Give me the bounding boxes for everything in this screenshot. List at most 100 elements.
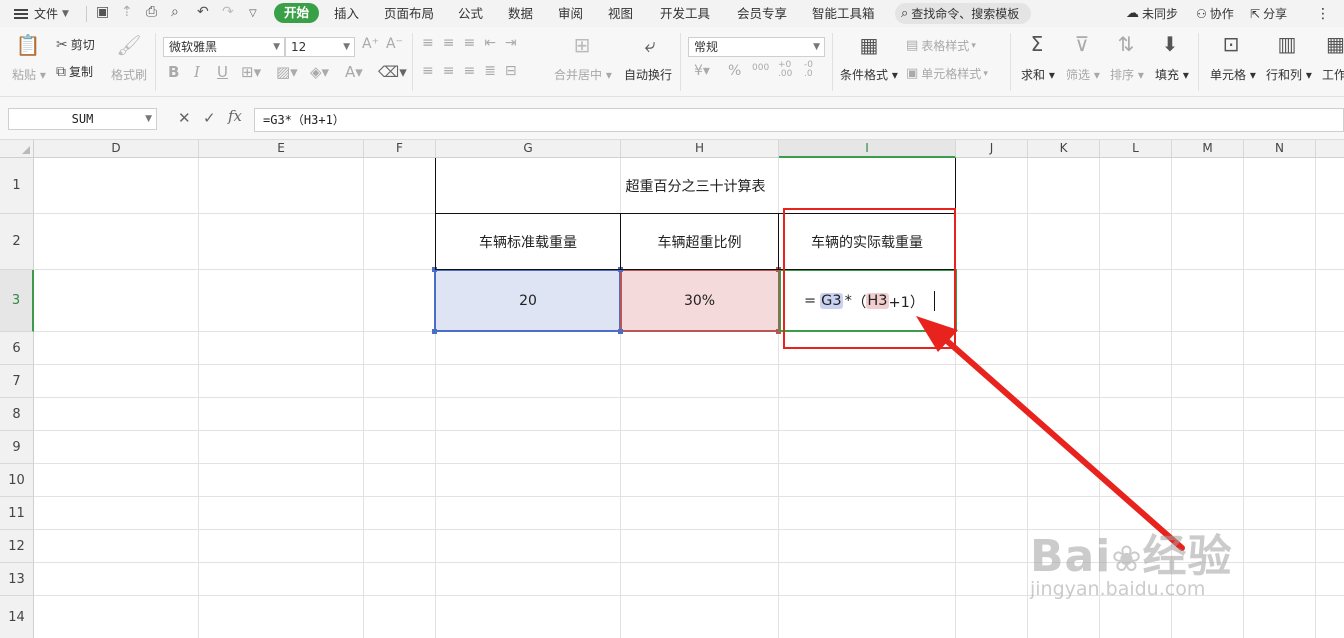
column-header-f[interactable]: F [364, 140, 436, 158]
sort-button[interactable]: 排序 ▾ [1110, 66, 1144, 83]
horizontal-align-icons[interactable]: ≡≡≡≣⊟ [422, 63, 526, 79]
column-header-o[interactable] [1316, 140, 1344, 158]
row-header-8[interactable]: 8 [0, 398, 34, 431]
merge-cells-icon[interactable]: ⊞ [568, 33, 596, 57]
customize-toolbar-icon[interactable]: ▽ [249, 8, 257, 19]
select-all-corner[interactable] [0, 140, 34, 158]
collab-button[interactable]: ⚇ 协作 [1196, 0, 1234, 27]
tab-home[interactable]: 开始 [274, 3, 320, 23]
decrease-decimal-icon[interactable]: -0.0 [804, 61, 813, 79]
number-format-select[interactable]: 常规 ▼ [688, 37, 825, 57]
header-overload-ratio[interactable]: 车辆超重比例 [621, 214, 778, 269]
row-header-11[interactable]: 11 [0, 497, 34, 530]
tab-view[interactable]: 视图 [608, 0, 633, 27]
row-header-12[interactable]: 12 [0, 530, 34, 563]
copy-button[interactable]: ⧉ 复制 [56, 63, 93, 80]
column-header-m[interactable]: M [1172, 140, 1244, 158]
merge-center-button[interactable]: 合并居中 ▾ [554, 66, 612, 83]
table-style-button[interactable]: ▤ 表格样式 ▾ [906, 37, 976, 54]
italic-icon[interactable]: I [194, 63, 200, 81]
font-color-icon[interactable]: A▾ [345, 63, 363, 81]
conditional-format-icon[interactable]: ▦ [855, 33, 883, 57]
row-header-9[interactable]: 9 [0, 431, 34, 464]
row-header-7[interactable]: 7 [0, 365, 34, 398]
insert-function-icon[interactable]: fx [228, 107, 242, 125]
print-preview-icon[interactable]: ⌕ [171, 4, 179, 20]
column-header-k[interactable]: K [1028, 140, 1100, 158]
font-name-select[interactable]: 微软雅黑 ▼ [163, 37, 285, 57]
decrease-font-icon[interactable]: A⁻ [386, 36, 403, 52]
fill-color-icon[interactable]: ◈▾ [310, 63, 329, 81]
clear-format-icon[interactable]: ⌫▾ [378, 63, 407, 81]
formula-input[interactable]: =G3*（H3+1） [254, 108, 1344, 132]
file-menu[interactable]: 文件 ▼ [14, 0, 69, 27]
share-button[interactable]: ⇱ 分享 [1250, 0, 1287, 27]
bold-icon[interactable]: B [168, 63, 179, 81]
sort-icon[interactable]: ⇅ [1113, 32, 1139, 56]
tab-smart-toolbox[interactable]: 智能工具箱 [812, 0, 875, 27]
row-col-button[interactable]: 行和列 ▾ [1266, 66, 1312, 83]
cancel-icon[interactable]: ✕ [178, 109, 191, 127]
conditional-format-button[interactable]: 条件格式 ▾ [840, 66, 898, 83]
redo-icon[interactable]: ↷ [222, 4, 234, 20]
row-header-1[interactable]: 1 [0, 158, 34, 214]
format-painter-icon[interactable]: 🖌 [116, 33, 142, 57]
fill-style-icon[interactable]: ▨▾ [276, 63, 298, 81]
tab-formulas[interactable]: 公式 [458, 0, 483, 27]
percent-icon[interactable]: % [728, 63, 741, 79]
row-header-13[interactable]: 13 [0, 563, 34, 596]
table-title[interactable]: 超重百分之三十计算表 [436, 158, 955, 213]
tab-developer[interactable]: 开发工具 [660, 0, 710, 27]
vertical-align-icons[interactable]: ≡≡≡⇤⇥ [422, 35, 526, 51]
paste-button[interactable]: 粘贴 ▾ [12, 66, 46, 83]
underline-icon[interactable]: U [217, 63, 228, 81]
header-standard-load[interactable]: 车辆标准载重量 [436, 214, 620, 269]
row-header-3[interactable]: 3 [0, 270, 34, 332]
command-search[interactable]: ⌕ 查找命令、搜索模板 [895, 3, 1031, 24]
tab-insert[interactable]: 插入 [334, 0, 359, 27]
filter-icon[interactable]: ⊽ [1069, 32, 1095, 56]
cell-icon[interactable]: ⊡ [1218, 32, 1244, 56]
tab-member[interactable]: 会员专享 [737, 0, 787, 27]
name-box[interactable]: SUM ▼ [8, 108, 157, 130]
wrap-text-icon[interactable]: ⤶ [637, 33, 663, 57]
row-header-2[interactable]: 2 [0, 214, 34, 270]
paste-icon[interactable]: 📋 [14, 33, 42, 57]
cell-h3-value[interactable]: 30% [621, 270, 778, 331]
increase-decimal-icon[interactable]: +0.00 [778, 61, 792, 79]
sum-icon[interactable]: Σ [1024, 32, 1050, 56]
filter-button[interactable]: 筛选 ▾ [1066, 66, 1100, 83]
undo-icon[interactable]: ↶ [197, 4, 209, 20]
column-header-j[interactable]: J [956, 140, 1028, 158]
column-header-g[interactable]: G [436, 140, 621, 158]
row-col-icon[interactable]: ▥ [1274, 32, 1300, 56]
increase-font-icon[interactable]: A⁺ [362, 36, 379, 52]
wrap-text-button[interactable]: 自动换行 [624, 66, 672, 83]
cell-g3-value[interactable]: 20 [436, 270, 620, 331]
more-menu-icon[interactable]: ⋮ [1316, 0, 1330, 27]
row-header-6[interactable]: 6 [0, 332, 34, 365]
currency-icon[interactable]: ¥▾ [694, 63, 710, 79]
worksheet-button[interactable]: 工作 [1322, 66, 1344, 83]
border-icon[interactable]: ⊞▾ [241, 63, 261, 81]
print-icon[interactable]: ⎙ [146, 4, 157, 20]
cell-button[interactable]: 单元格 ▾ [1210, 66, 1256, 83]
font-size-select[interactable]: 12 ▼ [285, 37, 355, 57]
row-header-10[interactable]: 10 [0, 464, 34, 497]
export-icon[interactable]: ⇡ [121, 4, 133, 20]
fill-button[interactable]: 填充 ▾ [1155, 66, 1189, 83]
row-header-14[interactable]: 14 [0, 596, 34, 638]
confirm-icon[interactable]: ✓ [203, 109, 216, 127]
column-header-e[interactable]: E [199, 140, 364, 158]
fill-icon[interactable]: ⬇ [1157, 32, 1183, 56]
thousands-icon[interactable]: 000 [752, 63, 769, 73]
tab-review[interactable]: 审阅 [558, 0, 583, 27]
sync-status[interactable]: ☁ 未同步 [1126, 0, 1178, 27]
cell-style-button[interactable]: ▣ 单元格样式 ▾ [906, 65, 988, 82]
save-icon[interactable]: ▣ [96, 4, 109, 20]
format-painter-button[interactable]: 格式刷 [111, 66, 147, 83]
column-header-n[interactable]: N [1244, 140, 1316, 158]
column-header-d[interactable]: D [34, 140, 199, 158]
worksheet-icon[interactable]: ▦ [1326, 32, 1344, 56]
tab-page-layout[interactable]: 页面布局 [384, 0, 434, 27]
